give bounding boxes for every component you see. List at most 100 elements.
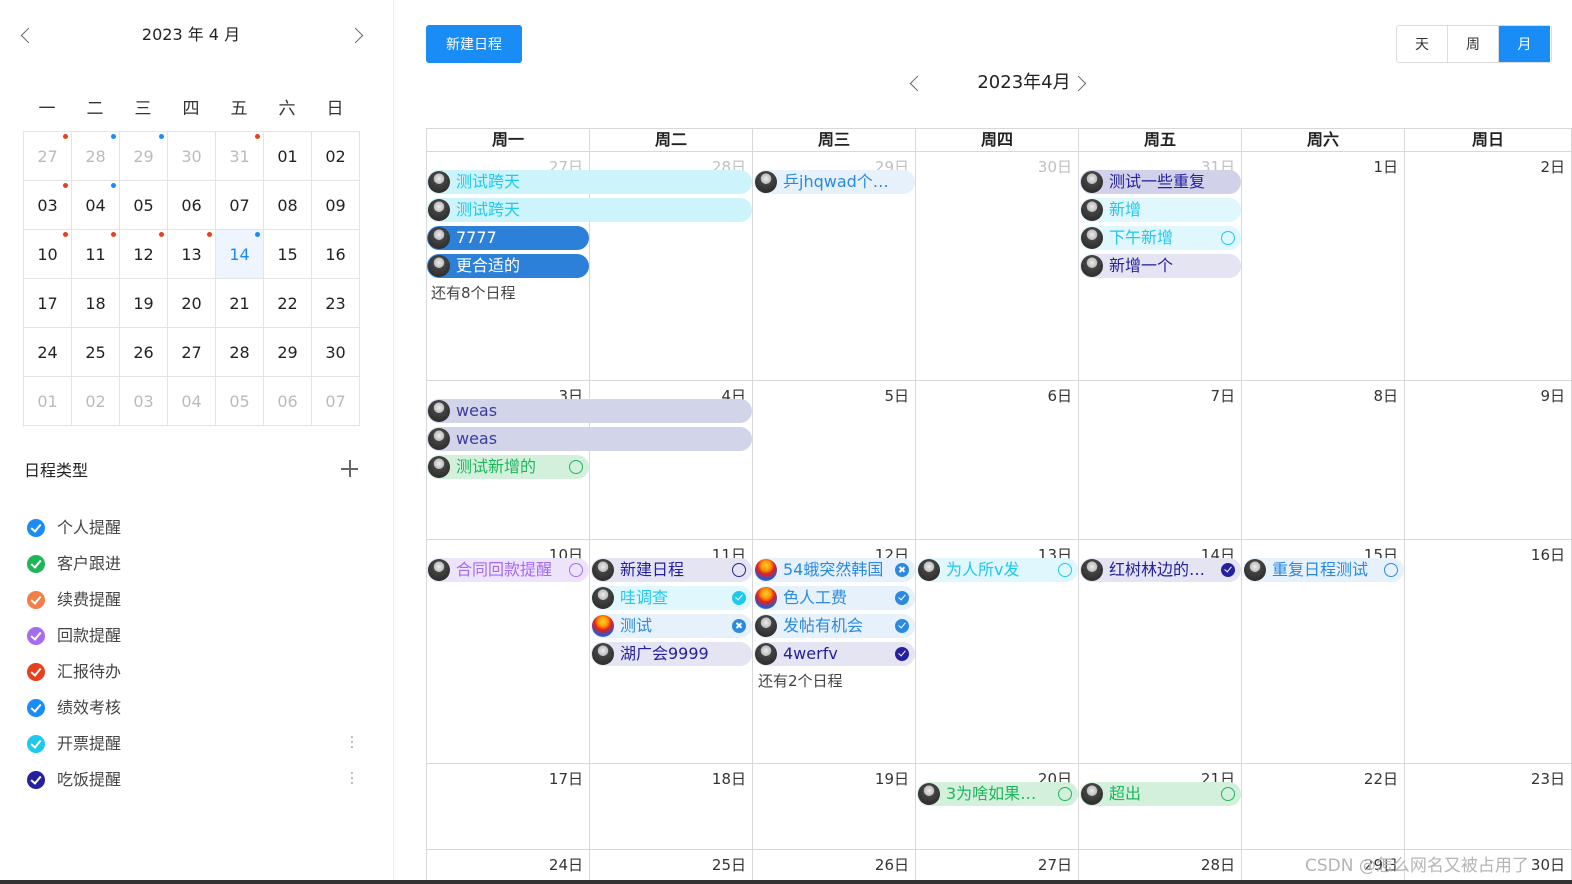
mini-calendar-day[interactable]: 23 bbox=[312, 279, 360, 328]
checkbox-icon[interactable] bbox=[27, 771, 45, 789]
add-type-icon[interactable] bbox=[341, 460, 359, 478]
event-chip[interactable]: 色人工费 bbox=[754, 586, 915, 610]
mini-calendar-day[interactable]: 26 bbox=[120, 328, 168, 377]
day-cell[interactable]: 27日 bbox=[916, 850, 1079, 884]
event-chip[interactable]: 4werfv bbox=[754, 642, 915, 666]
status-open-icon[interactable] bbox=[569, 563, 583, 577]
mini-calendar-day[interactable]: 18 bbox=[72, 279, 120, 328]
day-cell[interactable]: 20日 bbox=[916, 764, 1079, 850]
mini-calendar-day[interactable]: 27 bbox=[168, 328, 216, 377]
mini-calendar-day[interactable]: 13 bbox=[168, 230, 216, 279]
event-chip[interactable]: weas bbox=[427, 399, 752, 423]
event-chip[interactable]: 测试 bbox=[591, 614, 752, 638]
event-chip[interactable]: 54蛾突然韩国 bbox=[754, 558, 915, 582]
checkbox-icon[interactable] bbox=[27, 735, 45, 753]
status-open-icon[interactable] bbox=[1058, 787, 1072, 801]
day-cell[interactable]: 17日 bbox=[426, 764, 590, 850]
mini-calendar-day[interactable]: 04 bbox=[168, 377, 216, 426]
event-chip[interactable]: 7777 bbox=[427, 226, 589, 250]
event-chip[interactable]: 发帖有机会 bbox=[754, 614, 915, 638]
day-cell[interactable]: 23日 bbox=[1405, 764, 1572, 850]
mini-calendar-day[interactable]: 25 bbox=[72, 328, 120, 377]
day-cell[interactable]: 18日 bbox=[590, 764, 753, 850]
event-chip[interactable]: 新建日程 bbox=[591, 558, 752, 582]
schedule-type-item[interactable]: 客户跟进 bbox=[27, 553, 367, 575]
status-done-icon[interactable] bbox=[1221, 563, 1235, 577]
mini-calendar-day[interactable]: 19 bbox=[120, 279, 168, 328]
view-1-button[interactable]: 周 bbox=[1448, 26, 1499, 62]
mini-calendar-day[interactable]: 20 bbox=[168, 279, 216, 328]
mini-calendar-day[interactable]: 01 bbox=[24, 377, 72, 426]
schedule-type-item[interactable]: 吃饭提醒 · · · bbox=[27, 767, 367, 791]
mini-calendar-day[interactable]: 02 bbox=[312, 132, 360, 181]
checkbox-icon[interactable] bbox=[27, 591, 45, 609]
prev-month-icon[interactable] bbox=[909, 75, 926, 92]
event-chip[interactable]: 测试跨天 bbox=[427, 170, 752, 194]
more-options-icon[interactable]: · · · bbox=[349, 731, 355, 755]
checkbox-icon[interactable] bbox=[27, 663, 45, 681]
status-done-icon[interactable] bbox=[895, 619, 909, 633]
status-done-icon[interactable] bbox=[732, 591, 746, 605]
day-cell[interactable]: 26日 bbox=[753, 850, 916, 884]
event-chip[interactable]: 测试一些重复 bbox=[1080, 170, 1241, 194]
event-chip[interactable]: 测试新增的 bbox=[427, 455, 589, 479]
status-done-icon[interactable] bbox=[895, 647, 909, 661]
mini-calendar-day[interactable]: 03 bbox=[120, 377, 168, 426]
mini-calendar-day[interactable]: 15 bbox=[264, 230, 312, 279]
mini-calendar-day[interactable]: 12 bbox=[120, 230, 168, 279]
mini-calendar-day[interactable]: 11 bbox=[72, 230, 120, 279]
mini-calendar-day[interactable]: 02 bbox=[72, 377, 120, 426]
day-cell[interactable]: 24日 bbox=[426, 850, 590, 884]
event-chip[interactable]: 测试跨天 bbox=[427, 198, 752, 222]
mini-calendar-day[interactable]: 04 bbox=[72, 181, 120, 230]
event-chip[interactable]: 哇调查 bbox=[591, 586, 752, 610]
mini-calendar-day[interactable]: 24 bbox=[24, 328, 72, 377]
day-cell[interactable]: 9日 bbox=[1405, 381, 1572, 540]
status-cancel-icon[interactable] bbox=[732, 619, 746, 633]
event-chip[interactable]: 3为啥如果二分 bbox=[917, 782, 1078, 806]
status-open-icon[interactable] bbox=[1221, 231, 1235, 245]
event-chip[interactable]: 乒jhqwad个… bbox=[754, 170, 915, 194]
schedule-type-item[interactable]: 绩效考核 bbox=[27, 697, 367, 719]
status-cancel-icon[interactable] bbox=[895, 563, 909, 577]
mini-calendar-day[interactable]: 30 bbox=[312, 328, 360, 377]
mini-calendar-day[interactable]: 31 bbox=[216, 132, 264, 181]
mini-calendar-day[interactable]: 28 bbox=[216, 328, 264, 377]
mini-calendar-day[interactable]: 09 bbox=[312, 181, 360, 230]
event-chip[interactable]: 新增 bbox=[1080, 198, 1241, 222]
day-cell[interactable]: 16日 bbox=[1405, 540, 1572, 764]
checkbox-icon[interactable] bbox=[27, 699, 45, 717]
new-schedule-button[interactable]: 新建日程 bbox=[426, 25, 522, 63]
more-events-link[interactable]: 还有8个日程 bbox=[431, 282, 516, 303]
more-options-icon[interactable]: · · · bbox=[349, 767, 355, 791]
day-cell[interactable]: 1日 bbox=[1242, 152, 1405, 381]
schedule-type-item[interactable]: 汇报待办 bbox=[27, 661, 367, 683]
event-chip[interactable]: 为人所v发 bbox=[917, 558, 1078, 582]
day-cell[interactable]: 5日 bbox=[753, 381, 916, 540]
more-events-link[interactable]: 还有2个日程 bbox=[758, 670, 843, 691]
status-open-icon[interactable] bbox=[569, 460, 583, 474]
mini-calendar-day[interactable]: 30 bbox=[168, 132, 216, 181]
event-chip[interactable]: 超出 bbox=[1080, 782, 1241, 806]
day-cell[interactable]: 2日 bbox=[1405, 152, 1572, 381]
schedule-type-item[interactable]: 开票提醒 · · · bbox=[27, 731, 367, 755]
mini-calendar-day[interactable]: 05 bbox=[120, 181, 168, 230]
mini-calendar-day[interactable]: 16 bbox=[312, 230, 360, 279]
event-chip[interactable]: 红树林边的… bbox=[1080, 558, 1241, 582]
day-cell[interactable]: 22日 bbox=[1242, 764, 1405, 850]
event-chip[interactable]: 新增一个 bbox=[1080, 254, 1241, 278]
mini-calendar-day[interactable]: 29 bbox=[120, 132, 168, 181]
mini-calendar-day[interactable]: 28 bbox=[72, 132, 120, 181]
checkbox-icon[interactable] bbox=[27, 555, 45, 573]
mini-calendar-day[interactable]: 07 bbox=[312, 377, 360, 426]
status-open-icon[interactable] bbox=[1384, 563, 1398, 577]
event-chip[interactable]: 重复日程测试 bbox=[1243, 558, 1404, 582]
mini-calendar-day[interactable]: 22 bbox=[264, 279, 312, 328]
checkbox-icon[interactable] bbox=[27, 627, 45, 645]
mini-calendar-day[interactable]: 29 bbox=[264, 328, 312, 377]
status-open-icon[interactable] bbox=[1058, 563, 1072, 577]
mini-calendar-day[interactable]: 03 bbox=[24, 181, 72, 230]
view-2-button[interactable]: 月 bbox=[1499, 26, 1550, 62]
event-chip[interactable]: 湖广会9999 bbox=[591, 642, 752, 666]
mini-calendar-day[interactable]: 06 bbox=[168, 181, 216, 230]
